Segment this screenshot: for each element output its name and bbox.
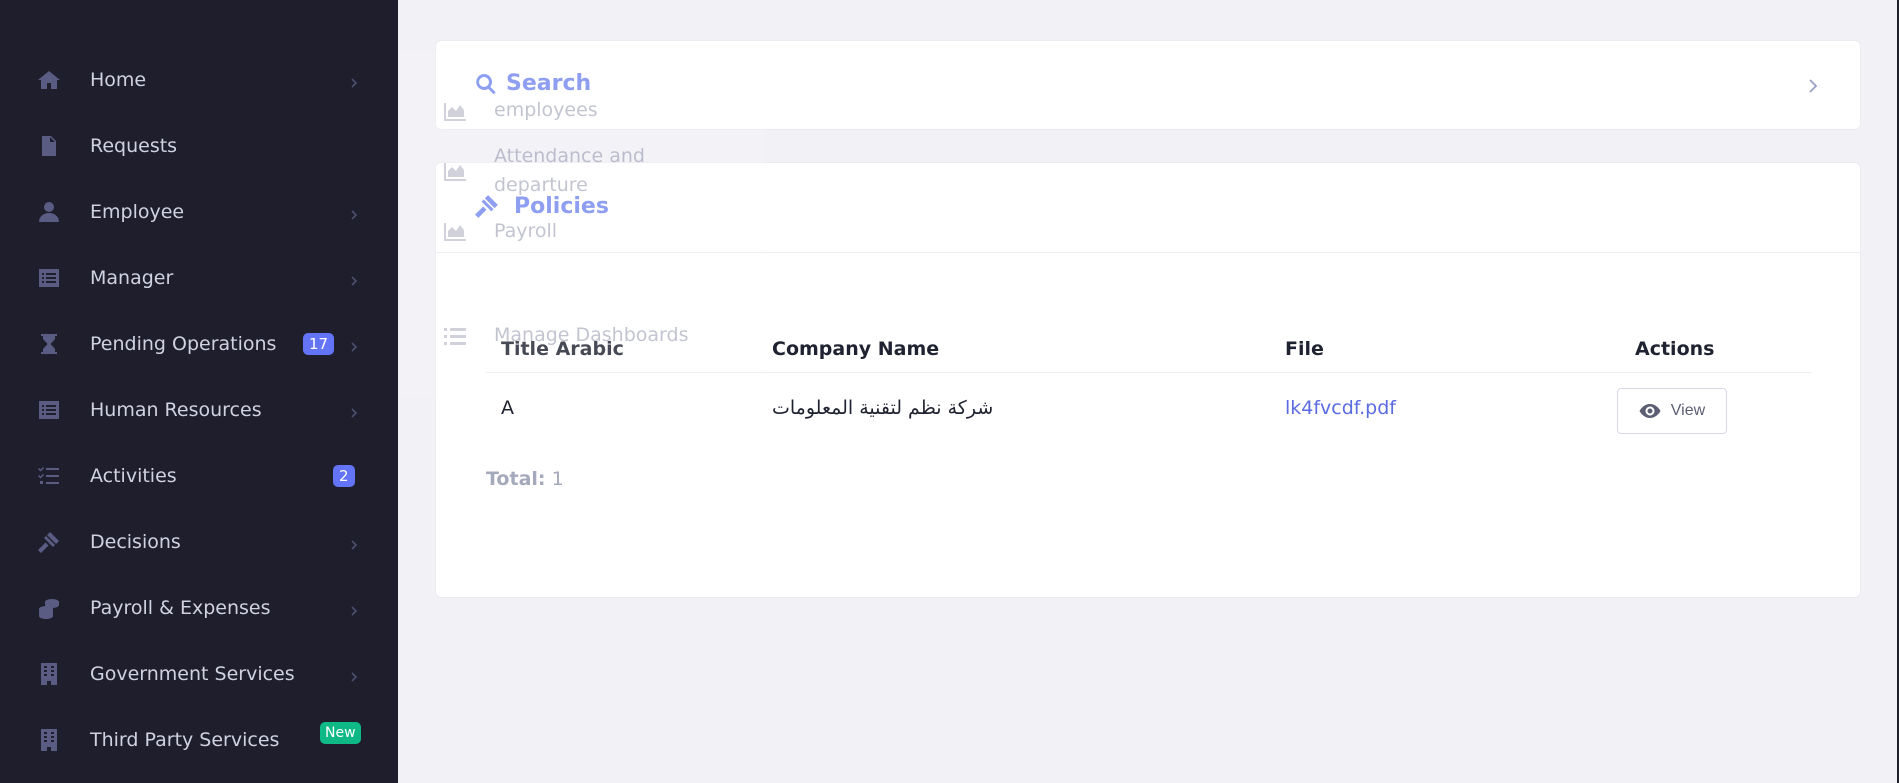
home-icon	[36, 67, 62, 93]
search-title: Search	[506, 71, 592, 96]
sidebar-item-pending-operations[interactable]: Pending Operations 17	[0, 311, 398, 377]
list-icon	[36, 265, 62, 291]
search-icon	[476, 73, 496, 94]
file-link[interactable]: lk4fvcdf.pdf	[1285, 397, 1396, 419]
sidebar-item-label: Government Services	[90, 663, 295, 685]
view-button-label: View	[1670, 402, 1706, 419]
chevron-right-icon[interactable]	[1806, 78, 1820, 94]
column-header-title-arabic: Title Arabic	[501, 338, 624, 360]
chevron-right-icon	[348, 536, 360, 550]
document-icon	[36, 133, 62, 159]
column-header-file: File	[1285, 338, 1324, 360]
chevron-right-icon	[348, 206, 360, 220]
chevron-right-icon	[348, 602, 360, 616]
chevron-right-icon	[348, 338, 360, 352]
column-header-actions: Actions	[1635, 338, 1715, 360]
sidebar-item-label: Manager	[90, 267, 174, 289]
sidebar-item-payroll-expenses[interactable]: Payroll & Expenses	[0, 575, 398, 641]
search-header[interactable]: Search	[474, 71, 591, 96]
sidebar-item-label: Human Resources	[90, 399, 262, 421]
chevron-right-icon	[348, 74, 360, 88]
building-icon	[36, 661, 62, 687]
table-row: A شركة نظم لتقنية المعلومات lk4fvcdf.pdf…	[486, 374, 1812, 444]
eye-icon	[1639, 404, 1661, 418]
policies-card: Policies Title Arabic Company Name File …	[435, 162, 1861, 598]
sidebar-item-label: Payroll & Expenses	[90, 597, 271, 619]
sidebar-item-decisions[interactable]: Decisions	[0, 509, 398, 575]
sidebar-item-home[interactable]: Home	[0, 47, 398, 113]
search-card[interactable]: Search	[435, 40, 1861, 130]
new-badge: New	[320, 722, 361, 744]
hourglass-icon	[36, 331, 62, 357]
user-icon	[36, 199, 62, 225]
sidebar-item-human-resources[interactable]: Human Resources	[0, 377, 398, 443]
policies-title-wrap: Policies	[474, 193, 609, 219]
list-icon	[36, 397, 62, 423]
sidebar: Home Requests Employee Manager Pending O…	[0, 0, 398, 783]
total-value: 1	[551, 468, 564, 490]
sidebar-item-employee[interactable]: Employee	[0, 179, 398, 245]
policies-header: Policies	[436, 163, 1860, 253]
sidebar-item-label: Requests	[90, 135, 178, 157]
gavel-icon	[36, 529, 62, 555]
cell-title-arabic: A	[501, 397, 514, 419]
sidebar-item-third-party-services[interactable]: Third Party Services New	[0, 707, 398, 773]
coins-icon	[36, 595, 62, 621]
column-header-company-name: Company Name	[772, 338, 940, 360]
sidebar-item-label: Home	[90, 69, 147, 91]
sidebar-item-label: Activities	[90, 465, 177, 487]
sidebar-item-government-services[interactable]: Government Services	[0, 641, 398, 707]
chevron-right-icon	[348, 272, 360, 286]
activities-count-badge: 2	[333, 465, 355, 487]
pending-count-badge: 17	[303, 333, 335, 355]
policies-table-header: Title Arabic Company Name File Actions	[486, 323, 1812, 373]
sidebar-item-label: Decisions	[90, 531, 181, 553]
table-total: Total: 1	[486, 468, 564, 490]
total-label: Total:	[486, 468, 546, 490]
cell-company-name: شركة نظم لتقنية المعلومات	[772, 397, 994, 419]
chevron-right-icon	[348, 404, 360, 418]
sidebar-item-manager[interactable]: Manager	[0, 245, 398, 311]
chevron-right-icon	[348, 668, 360, 682]
sidebar-item-label: Pending Operations	[90, 333, 277, 355]
sidebar-item-activities[interactable]: Activities 2	[0, 443, 398, 509]
building-icon	[36, 727, 62, 753]
sidebar-item-label: Employee	[90, 201, 185, 223]
sidebar-item-label: Third Party Services	[90, 729, 280, 751]
sidebar-item-requests[interactable]: Requests	[0, 113, 398, 179]
policies-title: Policies	[514, 193, 609, 219]
gavel-icon	[475, 195, 498, 218]
view-button[interactable]: View	[1617, 388, 1727, 434]
tasks-icon	[36, 463, 62, 489]
